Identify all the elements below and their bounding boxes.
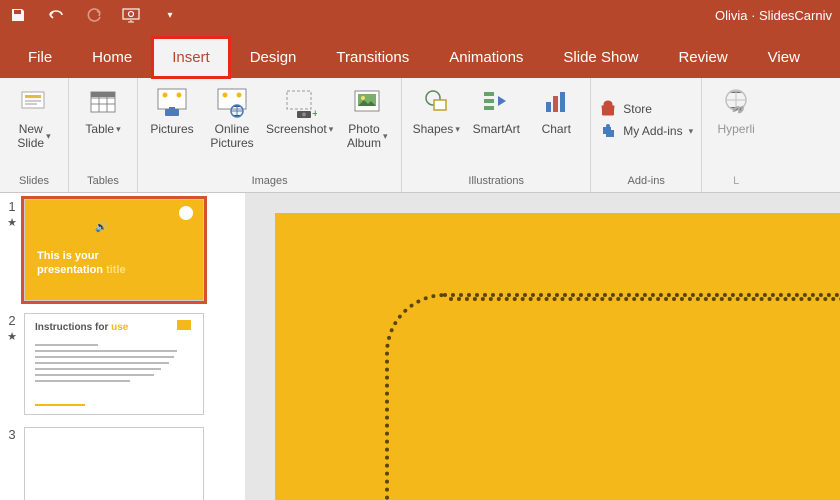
redo-icon[interactable] [84, 5, 104, 25]
slide2-title: Instructions for use [35, 322, 128, 333]
tab-home[interactable]: Home [72, 37, 152, 78]
document-title: Olivia · SlidesCarniv [715, 8, 832, 23]
slide2-body [35, 344, 193, 406]
my-addins-button[interactable]: My Add-ins ▾ [599, 122, 693, 140]
table-icon [85, 84, 121, 120]
workspace: 1 ★ 🔊 This is your presentation title 2 … [0, 193, 840, 500]
slide2-corner-icon [177, 320, 191, 330]
tab-slideshow[interactable]: Slide Show [543, 37, 658, 78]
slide-canvas[interactable] [275, 213, 840, 500]
audio-icon: 🔊 [95, 222, 107, 233]
online-pictures-button[interactable]: Online Pictures [206, 84, 258, 150]
slide-thumbnail-1[interactable]: 🔊 This is your presentation title [24, 199, 204, 301]
group-tables-label: Tables [87, 172, 119, 190]
save-icon[interactable] [8, 5, 28, 25]
ribbon: New Slide Slides Table Tables Pictures [0, 78, 840, 193]
screenshot-label: Screenshot [266, 122, 333, 136]
photo-album-icon [349, 84, 385, 120]
tab-view[interactable]: View [748, 37, 820, 78]
smartart-label: SmartArt [473, 122, 520, 136]
store-button[interactable]: Store [599, 100, 652, 118]
photo-album-label: Photo Album [347, 122, 388, 150]
shapes-icon [418, 84, 454, 120]
pictures-icon [154, 84, 190, 120]
group-images-label: Images [252, 172, 288, 190]
group-addins-label: Add-ins [628, 172, 665, 190]
tab-review[interactable]: Review [658, 37, 747, 78]
slide-thumbnail-2[interactable]: Instructions for use [24, 313, 204, 415]
hyperlink-button[interactable]: Hyperli [710, 84, 762, 136]
thumbnail-row-3[interactable]: 3 [4, 427, 241, 500]
slide-number: 1 ★ [4, 199, 20, 229]
slide-canvas-area[interactable] [245, 193, 840, 500]
qat-customize-icon[interactable]: ▾ [160, 5, 180, 25]
screenshot-icon: + [282, 84, 318, 120]
new-slide-label: New Slide [17, 122, 50, 150]
tab-insert[interactable]: Insert [152, 37, 230, 78]
hyperlink-icon [718, 84, 754, 120]
chart-label: Chart [542, 122, 571, 136]
tab-animations[interactable]: Animations [429, 37, 543, 78]
shapes-label: Shapes [413, 122, 460, 136]
shapes-button[interactable]: Shapes [410, 84, 462, 136]
slide-thumbnail-pane[interactable]: 1 ★ 🔊 This is your presentation title 2 … [0, 193, 245, 500]
my-addins-label: My Add-ins [623, 124, 682, 138]
new-slide-icon [16, 84, 52, 120]
chart-icon [538, 84, 574, 120]
thumbnail-row-1[interactable]: 1 ★ 🔊 This is your presentation title [4, 199, 241, 301]
animation-indicator-icon: ★ [7, 216, 17, 229]
group-tables: Table Tables [69, 78, 138, 192]
tab-file[interactable]: File [8, 37, 72, 78]
rocket-icon [179, 206, 193, 220]
ribbon-tabs: File Home Insert Design Transitions Anim… [0, 30, 840, 78]
group-slides: New Slide Slides [0, 78, 69, 192]
chart-button[interactable]: Chart [530, 84, 582, 136]
online-pictures-icon [214, 84, 250, 120]
group-images: Pictures Online Pictures + Screenshot Ph… [138, 78, 402, 192]
undo-icon[interactable] [46, 5, 66, 25]
start-from-beginning-icon[interactable] [122, 5, 142, 25]
titlebar: ▾ Olivia · SlidesCarniv [0, 0, 840, 30]
smartart-icon [478, 84, 514, 120]
slide1-title-line1: This is your [37, 250, 99, 262]
my-addins-icon [599, 122, 617, 140]
chevron-down-icon: ▾ [689, 126, 694, 137]
smartart-button[interactable]: SmartArt [470, 84, 522, 136]
group-addins: Store My Add-ins ▾ Add-ins [591, 78, 702, 192]
tab-transitions[interactable]: Transitions [316, 37, 429, 78]
table-button[interactable]: Table [77, 84, 129, 136]
group-slides-label: Slides [19, 172, 49, 190]
slide1-title-line2: presentation title [37, 264, 126, 276]
photo-album-button[interactable]: Photo Album [341, 84, 393, 150]
dotted-border-shape[interactable] [385, 293, 840, 500]
animation-indicator-icon: ★ [7, 330, 17, 343]
group-links-label: L [733, 172, 739, 190]
svg-text:+: + [312, 108, 317, 119]
store-icon [599, 100, 617, 118]
slide-number: 3 [4, 427, 20, 442]
group-illustrations-label: Illustrations [468, 172, 524, 190]
table-label: Table [85, 122, 120, 136]
slide-thumbnail-3[interactable] [24, 427, 204, 500]
pictures-label: Pictures [150, 122, 193, 136]
thumbnail-row-2[interactable]: 2 ★ Instructions for use [4, 313, 241, 415]
tab-design[interactable]: Design [230, 37, 317, 78]
online-pictures-label: Online Pictures [210, 122, 253, 150]
hyperlink-label: Hyperli [717, 122, 754, 136]
pictures-button[interactable]: Pictures [146, 84, 198, 136]
slide-number: 2 ★ [4, 313, 20, 343]
new-slide-button[interactable]: New Slide [8, 84, 60, 150]
quick-access-toolbar: ▾ [8, 5, 180, 25]
group-links: Hyperli L [702, 78, 770, 192]
screenshot-button[interactable]: + Screenshot [266, 84, 333, 136]
group-illustrations: Shapes SmartArt Chart Illustrations [402, 78, 591, 192]
store-label: Store [623, 102, 652, 116]
